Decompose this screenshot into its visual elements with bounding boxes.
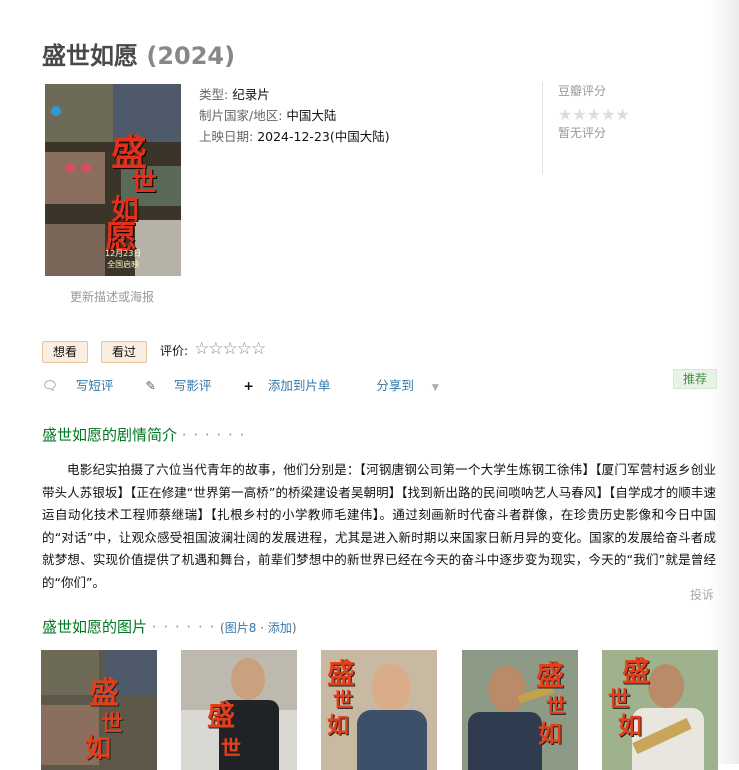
separator: · xyxy=(256,621,268,635)
info-key: 类型: xyxy=(199,87,229,102)
heading-dots: · · · · · · xyxy=(181,426,246,444)
photos-heading: 盛世如愿的图片 · · · · · · (图片8 · 添加) xyxy=(42,616,297,637)
info-value[interactable]: 纪录片 xyxy=(232,87,270,102)
synopsis-text: 电影纪实拍摄了六位当代青年的故事，他们分别是：【河钢唐钢公司第一个大学生炼钢工徐… xyxy=(42,462,716,590)
no-rating-text: 暂无评分 xyxy=(558,126,607,140)
info-region: 制片国家/地区: 中国大陆 xyxy=(199,105,390,126)
photo-thumb[interactable]: 盛 世 如 xyxy=(462,650,578,770)
info-key: 上映日期: xyxy=(199,129,254,144)
add-to-list-link[interactable]: + 添加到片单 xyxy=(243,378,344,393)
action-bar: 🗨 写短评 ✎ 写影评 + 添加到片单 分享到 ▼ xyxy=(42,375,467,394)
add-to-list-label: 添加到片单 xyxy=(267,378,331,393)
poster-release-date: 12月23日 全国启映 xyxy=(105,248,141,270)
poster-photo-trumpet xyxy=(45,224,105,276)
comment-icon: 🗨 xyxy=(42,378,58,393)
poster-date-line: 全国启映 xyxy=(107,260,140,269)
plus-icon: + xyxy=(243,378,254,393)
photo-thumb[interactable]: 盛 世 如 xyxy=(602,650,718,770)
want-to-watch-button[interactable]: 想看 xyxy=(42,341,89,363)
photo-count-link[interactable]: 图片8 xyxy=(225,621,257,635)
movie-name: 盛世如愿 xyxy=(42,42,138,70)
douban-rating-box: 豆瓣评分 ★★★★★ 暂无评分 xyxy=(542,82,678,174)
thumb-title-char: 如 xyxy=(618,711,642,740)
info-value: 中国大陆 xyxy=(286,108,337,123)
page-title: 盛世如愿 (2024) xyxy=(42,36,235,71)
share-label: 分享到 xyxy=(376,378,414,393)
recommend-button[interactable]: 推荐 xyxy=(673,369,717,389)
photos-meta: (图片8 · 添加) xyxy=(220,621,296,635)
photo-thumb[interactable]: 盛 世 xyxy=(181,650,297,770)
rate-label: 评价: xyxy=(160,344,189,358)
rate-stars-input[interactable]: ☆☆☆☆☆ xyxy=(194,339,266,359)
photos-title: 盛世如愿的图片 xyxy=(42,618,148,636)
poster-date-line: 12月23日 xyxy=(105,249,142,258)
write-short-review-label: 写短评 xyxy=(75,378,114,393)
thumb-face xyxy=(231,658,265,700)
add-photo-link[interactable]: 添加 xyxy=(268,621,292,635)
heading-dots: · · · · · · xyxy=(151,618,216,636)
paren: ) xyxy=(291,621,297,635)
movie-poster[interactable]: 盛 世 如 愿 12月23日 全国启映 xyxy=(45,84,181,276)
photo-thumb[interactable]: 盛 世 如 xyxy=(321,650,437,770)
info-value: 2024-12-23(中国大陆) xyxy=(257,129,390,144)
share-dropdown[interactable]: 分享到 ▼ xyxy=(376,378,452,393)
movie-year: (2024) xyxy=(146,42,236,70)
thumb-photo-part xyxy=(468,712,542,770)
movie-info: 类型: 纪录片 制片国家/地区: 中国大陆 上映日期: 2024-12-23(中… xyxy=(199,84,390,147)
synopsis-heading: 盛世如愿的剧情简介 · · · · · · xyxy=(42,424,245,445)
thumb-face xyxy=(648,664,684,708)
poster-photo-helmets xyxy=(45,152,105,204)
watched-button[interactable]: 看过 xyxy=(101,341,148,363)
thumb-title-char: 如 xyxy=(327,713,350,739)
thumb-title-char: 如 xyxy=(85,734,112,764)
synopsis-title: 盛世如愿的剧情简介 xyxy=(42,426,178,444)
poster-helmet-red xyxy=(65,164,75,172)
caret-down-icon: ▼ xyxy=(431,383,439,393)
info-key: 制片国家/地区: xyxy=(199,108,283,123)
rating-label: 豆瓣评分 xyxy=(558,84,607,98)
thumb-title-char: 如 xyxy=(538,719,562,748)
write-review-link[interactable]: ✎ 写影评 xyxy=(145,378,225,393)
thumb-face xyxy=(488,666,526,712)
thumb-title-char: 世 xyxy=(221,736,241,760)
thumb-title-char: 盛 xyxy=(207,699,236,732)
poster-photo-teacher xyxy=(135,220,181,276)
poster-helmet-blue xyxy=(51,106,61,116)
update-poster-link[interactable]: 更新描述或海报 xyxy=(70,288,154,305)
write-short-review-link[interactable]: 🗨 写短评 xyxy=(42,378,127,393)
report-link[interactable]: 投诉 xyxy=(690,586,714,603)
thumb-face xyxy=(371,664,411,712)
photo-thumb[interactable]: 盛 世 如 xyxy=(41,650,157,770)
rating-stars-icon: ★★★★★ xyxy=(558,105,630,124)
thumb-title-char: 盛 xyxy=(536,659,565,692)
thumb-photo-part xyxy=(357,710,427,770)
write-review-label: 写影评 xyxy=(173,378,212,393)
info-release: 上映日期: 2024-12-23(中国大陆) xyxy=(199,126,390,147)
pencil-icon: ✎ xyxy=(145,378,156,393)
info-genre: 类型: 纪录片 xyxy=(199,84,390,105)
poster-helmet-red xyxy=(81,164,91,172)
